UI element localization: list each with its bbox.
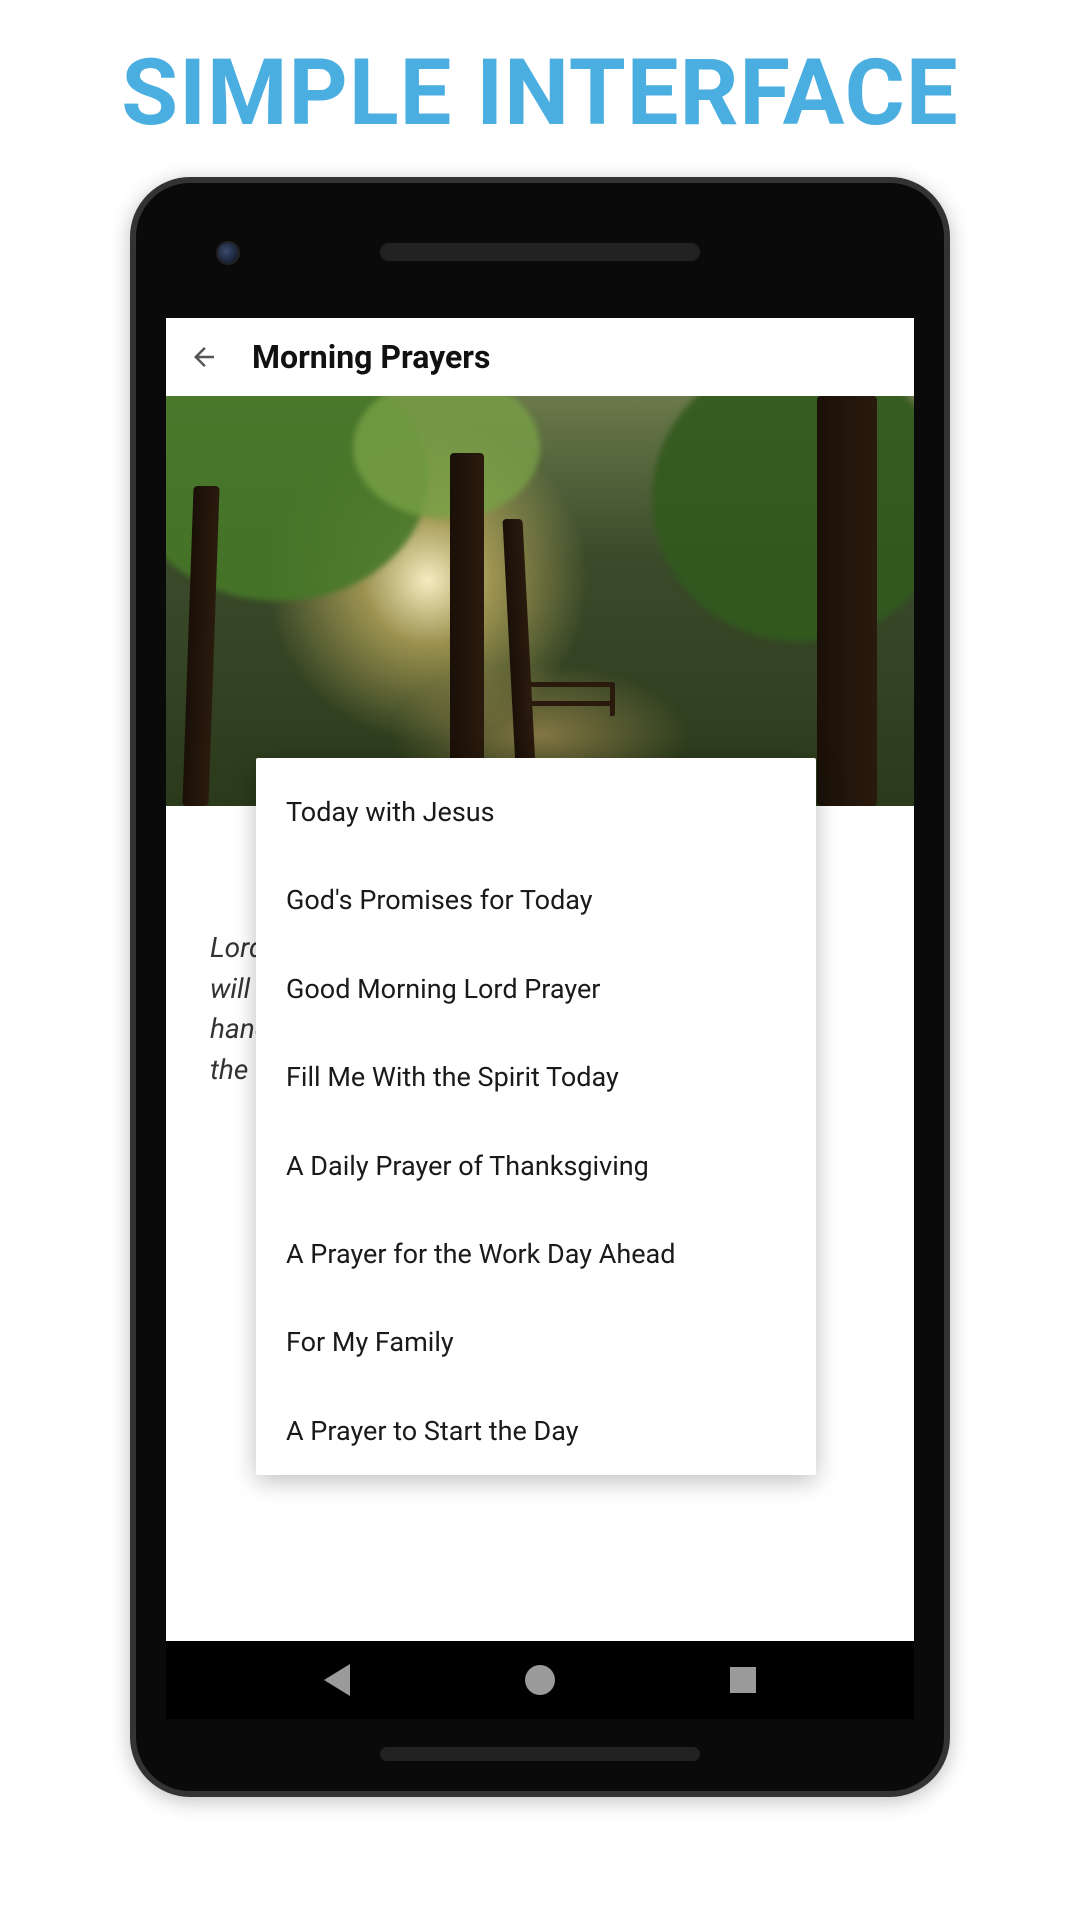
bench-icon	[525, 682, 615, 716]
menu-item-for-my-family[interactable]: For My Family	[256, 1298, 816, 1386]
menu-item-today-with-jesus[interactable]: Today with Jesus	[256, 768, 816, 856]
app-bar: Morning Prayers	[166, 318, 914, 396]
menu-item-work-day-ahead[interactable]: A Prayer for the Work Day Ahead	[256, 1210, 816, 1298]
phone-side-button	[948, 953, 950, 1133]
prayer-menu-popup: Today with Jesus God's Promises for Toda…	[256, 758, 816, 1475]
app-screen: Morning Prayers Lord, may I sit awhile w…	[166, 318, 914, 1641]
arrow-left-icon	[189, 342, 219, 372]
hero-image	[166, 396, 914, 806]
phone-speaker-bottom	[380, 1747, 700, 1761]
phone-side-button	[948, 483, 950, 563]
phone-camera-icon	[216, 241, 240, 265]
page-title: Morning Prayers	[252, 338, 490, 376]
menu-item-daily-thanksgiving[interactable]: A Daily Prayer of Thanksgiving	[256, 1122, 816, 1210]
nav-back-button[interactable]	[320, 1663, 354, 1697]
nav-recent-button[interactable]	[726, 1663, 760, 1697]
nav-home-button[interactable]	[523, 1663, 557, 1697]
square-recent-icon	[730, 1667, 756, 1693]
menu-item-good-morning-lord[interactable]: Good Morning Lord Prayer	[256, 945, 816, 1033]
phone-mockup-frame: Morning Prayers Lord, may I sit awhile w…	[130, 177, 950, 1797]
menu-item-start-the-day[interactable]: A Prayer to Start the Day	[256, 1387, 816, 1475]
back-button[interactable]	[184, 337, 224, 377]
phone-side-button	[948, 743, 950, 923]
phone-speaker-top	[380, 243, 700, 261]
menu-item-fill-me-spirit[interactable]: Fill Me With the Spirit Today	[256, 1033, 816, 1121]
circle-home-icon	[525, 1665, 555, 1695]
android-nav-bar	[166, 1641, 914, 1719]
triangle-back-icon	[324, 1664, 350, 1696]
promo-headline: SIMPLE INTERFACE	[0, 0, 1080, 177]
menu-item-gods-promises[interactable]: God's Promises for Today	[256, 856, 816, 944]
